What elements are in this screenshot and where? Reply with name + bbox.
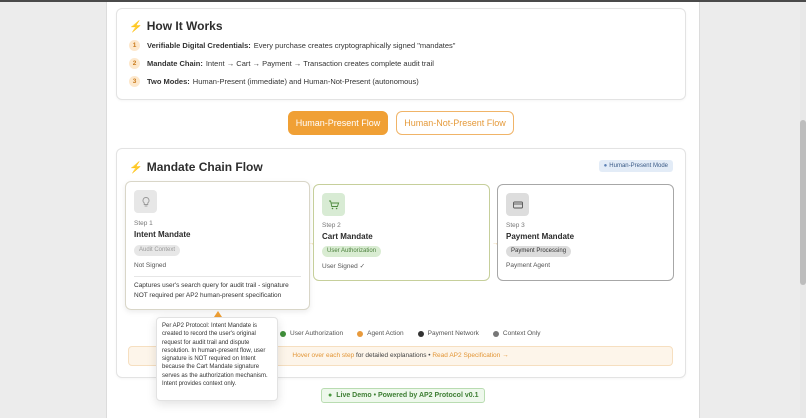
step-name: Cart Mandate xyxy=(322,232,373,241)
step-description: Captures user's search query for audit t… xyxy=(134,282,289,299)
flow-title-text: Mandate Chain Flow xyxy=(146,160,263,174)
step-card-cart-mandate[interactable]: Step 2 Cart Mandate User Authorization U… xyxy=(313,184,490,281)
step-label: Step 2 xyxy=(322,222,341,229)
ap2-specification-link[interactable]: Read AP2 Specification → xyxy=(432,352,508,359)
legend-item: Context Only xyxy=(492,330,541,337)
step-tag: Payment Processing xyxy=(506,246,572,257)
lightning-icon: ⚡ xyxy=(129,162,143,174)
legend-label: Context Only xyxy=(502,330,541,337)
credit-card-icon xyxy=(506,193,529,216)
how-it-works-item: 1 Verifiable Digital Credentials: Every … xyxy=(129,40,455,51)
legend-dot xyxy=(417,330,424,337)
step-number-badge: 2 xyxy=(129,58,140,69)
divider xyxy=(134,276,301,277)
how-it-works-card: ⚡ How It Works 1 Verifiable Digital Crede… xyxy=(116,8,686,100)
status-dot-icon: ● xyxy=(328,392,333,399)
step-tag: User Authorization xyxy=(322,246,382,257)
step-label: Step 3 xyxy=(506,222,525,229)
step-name: Intent Mandate xyxy=(134,230,191,239)
legend-dot xyxy=(492,330,499,337)
legend-item: User Authorization xyxy=(280,330,343,337)
legend-dot xyxy=(280,330,286,337)
legend-label: User Authorization xyxy=(290,330,344,337)
how-it-works-title-text: How It Works xyxy=(146,19,223,33)
item-title: Verifiable Digital Credentials: xyxy=(147,41,251,50)
flow-title: ⚡ Mandate Chain Flow xyxy=(129,160,263,174)
item-title: Two Modes: xyxy=(147,77,190,86)
step-number-badge: 1 xyxy=(129,40,140,51)
step-status: Not Signed xyxy=(134,262,167,269)
item-text: Human-Present (immediate) and Human-Not-… xyxy=(192,77,419,86)
cart-icon xyxy=(322,193,345,216)
legend-label: Payment Network xyxy=(427,330,479,337)
how-it-works-item: 3 Two Modes: Human-Present (immediate) a… xyxy=(129,76,419,87)
item-text: Intent → Cart → Payment → Transaction cr… xyxy=(205,59,434,68)
step-label: Step 1 xyxy=(134,220,153,227)
step-number-badge: 3 xyxy=(129,76,140,87)
step-status: User Signed ✓ xyxy=(322,263,366,270)
step-card-payment-mandate[interactable]: Step 3 Payment Mandate Payment Processin… xyxy=(497,184,674,281)
step-status: Payment Agent xyxy=(506,262,551,269)
intent-mandate-tooltip: Per AP2 Protocol: Intent Mandate is crea… xyxy=(156,317,278,401)
legend: User Authorization Agent Action Payment … xyxy=(280,330,541,337)
lightning-icon: ⚡ xyxy=(129,21,143,33)
scrollbar-thumb[interactable] xyxy=(800,120,806,285)
how-it-works-item: 2 Mandate Chain: Intent → Cart → Payment… xyxy=(129,58,434,69)
legend-item: Payment Network xyxy=(417,330,479,337)
step-card-intent-mandate[interactable]: Step 1 Intent Mandate Audit Context Not … xyxy=(125,181,310,310)
live-demo-text: Live Demo • Powered by AP2 Protocol v0.1 xyxy=(336,392,479,399)
live-demo-badge: ● Live Demo • Powered by AP2 Protocol v0.… xyxy=(321,388,486,403)
step-name: Payment Mandate xyxy=(506,232,575,241)
legend-item: Agent Action xyxy=(357,330,404,337)
step-tag: Audit Context xyxy=(134,245,181,256)
dot-icon: ● xyxy=(603,163,608,169)
hover-hint-highlight: Hover over each step xyxy=(292,352,355,359)
legend-label: Agent Action xyxy=(367,330,404,337)
scrollbar[interactable] xyxy=(800,2,806,418)
hover-hint-text: for detailed explanations • xyxy=(354,352,433,359)
legend-dot xyxy=(357,330,364,337)
lightbulb-icon xyxy=(134,190,157,213)
how-it-works-title: ⚡ How It Works xyxy=(129,19,223,33)
human-present-flow-button[interactable]: Human-Present Flow xyxy=(288,111,388,135)
human-not-present-flow-button[interactable]: Human-Not-Present Flow xyxy=(396,111,514,135)
item-title: Mandate Chain: xyxy=(147,59,203,68)
mode-badge: ● Human-Present Mode xyxy=(598,160,673,172)
item-text: Every purchase creates cryptographically… xyxy=(253,41,456,50)
mode-badge-text: Human-Present Mode xyxy=(609,163,668,169)
